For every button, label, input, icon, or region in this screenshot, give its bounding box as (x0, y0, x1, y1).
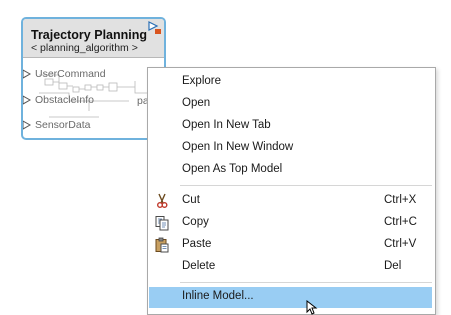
menu-separator (180, 185, 432, 186)
menu-item-open-as-top-model[interactable]: Open As Top Model (149, 160, 432, 181)
block-subtitle: < planning_algorithm > (31, 42, 138, 54)
menu-item-label: Paste (182, 238, 212, 250)
input-port-icon (23, 69, 32, 79)
input-port-icon (23, 120, 32, 130)
menu-item-delete[interactable]: Delete Del (149, 257, 432, 278)
mouse-cursor-icon (306, 300, 318, 315)
menu-item-label: Delete (182, 260, 216, 272)
model-reference-icon (148, 21, 161, 34)
scissors-icon (157, 193, 168, 208)
menu-item-label: Open As Top Model (182, 163, 283, 175)
menu-item-label: Open (182, 97, 211, 109)
menu-separator (180, 282, 432, 283)
port-label-usercommand: UserCommand (35, 68, 106, 80)
menu-item-shortcut: Del (384, 260, 402, 272)
menu-item-label: Cut (182, 194, 200, 206)
block-header: Trajectory Planning < planning_algorithm… (23, 19, 164, 58)
clipboard-icon (155, 237, 169, 253)
menu-item-copy[interactable]: Copy Ctrl+C (149, 213, 432, 234)
menu-item-label: Copy (182, 216, 209, 228)
menu-item-label: Open In New Tab (182, 119, 271, 131)
menu-item-shortcut: Ctrl+C (384, 216, 417, 228)
model-block-trajectory-planning[interactable]: Trajectory Planning < planning_algorithm… (21, 17, 166, 140)
port-label-obstacleinfo: ObstacleInfo (35, 94, 94, 106)
menu-item-shortcut: Ctrl+X (384, 194, 417, 206)
copy-icon (155, 216, 169, 231)
menu-item-explore[interactable]: Explore (149, 72, 432, 93)
menu-item-inline-model[interactable]: Inline Model... (149, 287, 432, 308)
menu-item-open-in-new-window[interactable]: Open In New Window (149, 138, 432, 159)
menu-item-cut[interactable]: Cut Ctrl+X (149, 191, 432, 212)
menu-item-label: Open In New Window (182, 141, 294, 153)
menu-item-label: Inline Model... (182, 290, 254, 302)
input-port-icon (23, 95, 32, 105)
menu-item-shortcut: Ctrl+V (384, 238, 417, 250)
menu-item-open-in-new-tab[interactable]: Open In New Tab (149, 116, 432, 137)
context-menu: Explore Open Open In New Tab Open In New… (147, 67, 436, 315)
menu-item-paste[interactable]: Paste Ctrl+V (149, 235, 432, 256)
menu-item-label: Explore (182, 75, 221, 87)
block-title: Trajectory Planning (31, 28, 148, 42)
port-label-sensordata: SensorData (35, 119, 91, 131)
menu-item-open[interactable]: Open (149, 94, 432, 115)
